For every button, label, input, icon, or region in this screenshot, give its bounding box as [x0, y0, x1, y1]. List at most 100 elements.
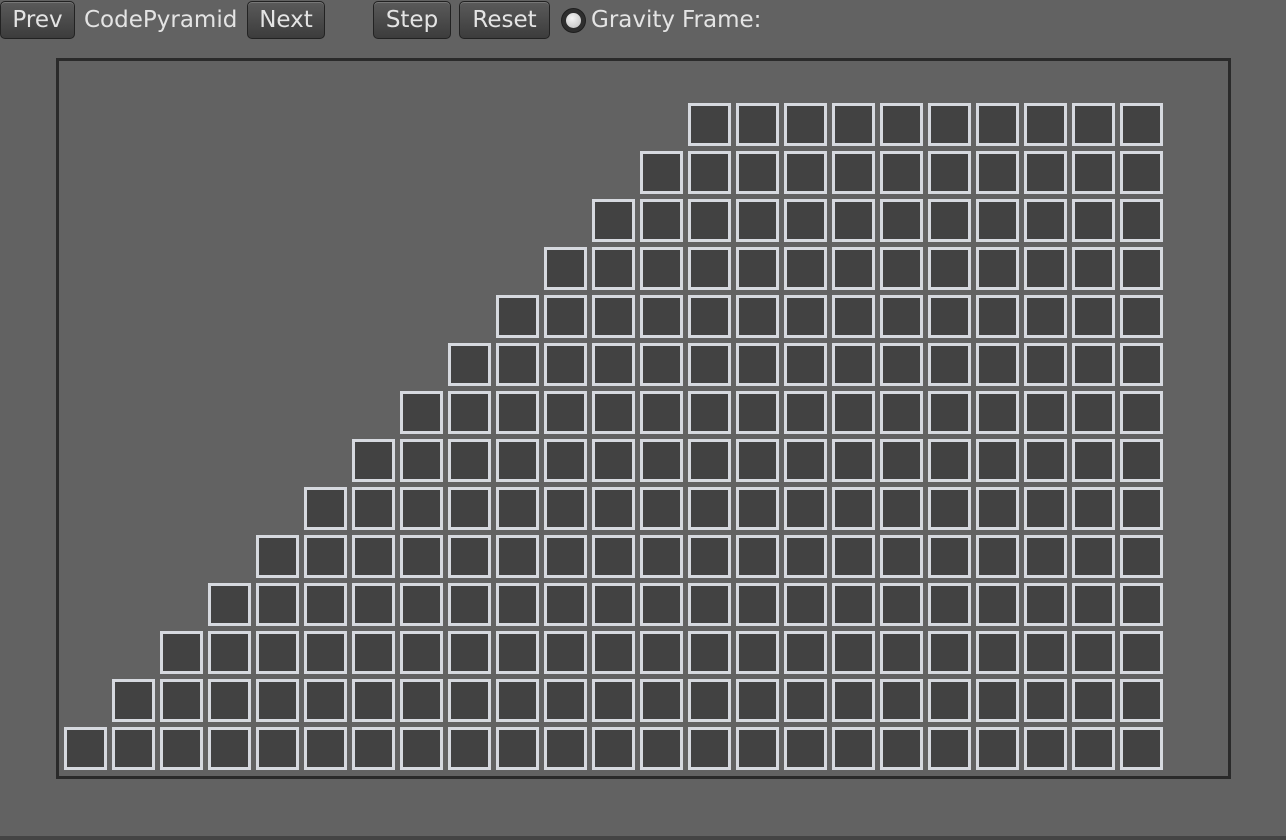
physics-box [544, 487, 587, 530]
physics-box [208, 679, 251, 722]
physics-box [832, 343, 875, 386]
physics-box [976, 439, 1019, 482]
physics-box [736, 679, 779, 722]
physics-box [592, 343, 635, 386]
physics-box [928, 391, 971, 434]
physics-box [1072, 247, 1115, 290]
physics-box [784, 295, 827, 338]
physics-box [1024, 247, 1067, 290]
reset-button[interactable]: Reset [459, 1, 550, 39]
physics-box [1024, 295, 1067, 338]
demo-name-label: CodePyramid [84, 7, 238, 33]
physics-box [880, 487, 923, 530]
physics-box [1024, 535, 1067, 578]
physics-box [448, 679, 491, 722]
physics-box [304, 631, 347, 674]
physics-box [784, 151, 827, 194]
physics-box [1072, 679, 1115, 722]
physics-box [976, 727, 1019, 770]
physics-box [400, 679, 443, 722]
physics-box [496, 391, 539, 434]
physics-box [736, 631, 779, 674]
gravity-label: Gravity [591, 7, 676, 33]
next-button[interactable]: Next [247, 1, 325, 39]
physics-box [304, 679, 347, 722]
gravity-toggle-indicator [566, 13, 581, 28]
physics-box [1120, 151, 1163, 194]
physics-box [1072, 343, 1115, 386]
physics-box [544, 583, 587, 626]
physics-box [832, 679, 875, 722]
gravity-toggle[interactable] [561, 8, 586, 33]
physics-box [208, 727, 251, 770]
physics-box [448, 343, 491, 386]
physics-box [928, 631, 971, 674]
physics-box [544, 439, 587, 482]
physics-box [688, 439, 731, 482]
physics-box [1024, 391, 1067, 434]
physics-box [688, 583, 731, 626]
physics-box [1072, 631, 1115, 674]
physics-box [1120, 631, 1163, 674]
app-window: Prev CodePyramid Next Step Reset Gravity… [0, 0, 1286, 840]
physics-box [496, 487, 539, 530]
physics-box [640, 343, 683, 386]
physics-box [880, 199, 923, 242]
physics-box [736, 247, 779, 290]
physics-box [736, 535, 779, 578]
physics-box [832, 727, 875, 770]
physics-box [304, 727, 347, 770]
physics-box [736, 103, 779, 146]
physics-box [208, 631, 251, 674]
physics-box [640, 727, 683, 770]
physics-box [688, 103, 731, 146]
physics-box [832, 199, 875, 242]
physics-box [400, 583, 443, 626]
physics-box [688, 391, 731, 434]
physics-box [640, 583, 683, 626]
physics-box [880, 679, 923, 722]
physics-box [352, 679, 395, 722]
physics-box [1072, 535, 1115, 578]
physics-box [640, 151, 683, 194]
prev-button[interactable]: Prev [0, 1, 75, 39]
physics-box [400, 487, 443, 530]
physics-box [688, 679, 731, 722]
physics-box [976, 199, 1019, 242]
physics-box [544, 343, 587, 386]
physics-box [544, 679, 587, 722]
physics-box [496, 295, 539, 338]
physics-box [736, 295, 779, 338]
physics-box [640, 487, 683, 530]
physics-box [640, 391, 683, 434]
simulation-viewport[interactable] [56, 58, 1231, 779]
physics-box [304, 487, 347, 530]
physics-box [112, 679, 155, 722]
physics-box [1072, 391, 1115, 434]
physics-box [928, 679, 971, 722]
physics-box [640, 631, 683, 674]
step-button[interactable]: Step [373, 1, 451, 39]
physics-box [352, 439, 395, 482]
physics-box [928, 199, 971, 242]
physics-box [1120, 199, 1163, 242]
physics-box [496, 631, 539, 674]
physics-box [544, 631, 587, 674]
physics-box [1072, 487, 1115, 530]
physics-box [1024, 343, 1067, 386]
physics-box [1072, 199, 1115, 242]
physics-box [1024, 487, 1067, 530]
physics-box [976, 295, 1019, 338]
physics-box [544, 247, 587, 290]
physics-box [640, 199, 683, 242]
physics-box [832, 535, 875, 578]
physics-box [640, 535, 683, 578]
physics-box [1024, 199, 1067, 242]
physics-box [592, 583, 635, 626]
physics-box [880, 535, 923, 578]
physics-box [688, 487, 731, 530]
physics-box [352, 583, 395, 626]
physics-box [256, 727, 299, 770]
physics-box [448, 391, 491, 434]
physics-box [1120, 727, 1163, 770]
